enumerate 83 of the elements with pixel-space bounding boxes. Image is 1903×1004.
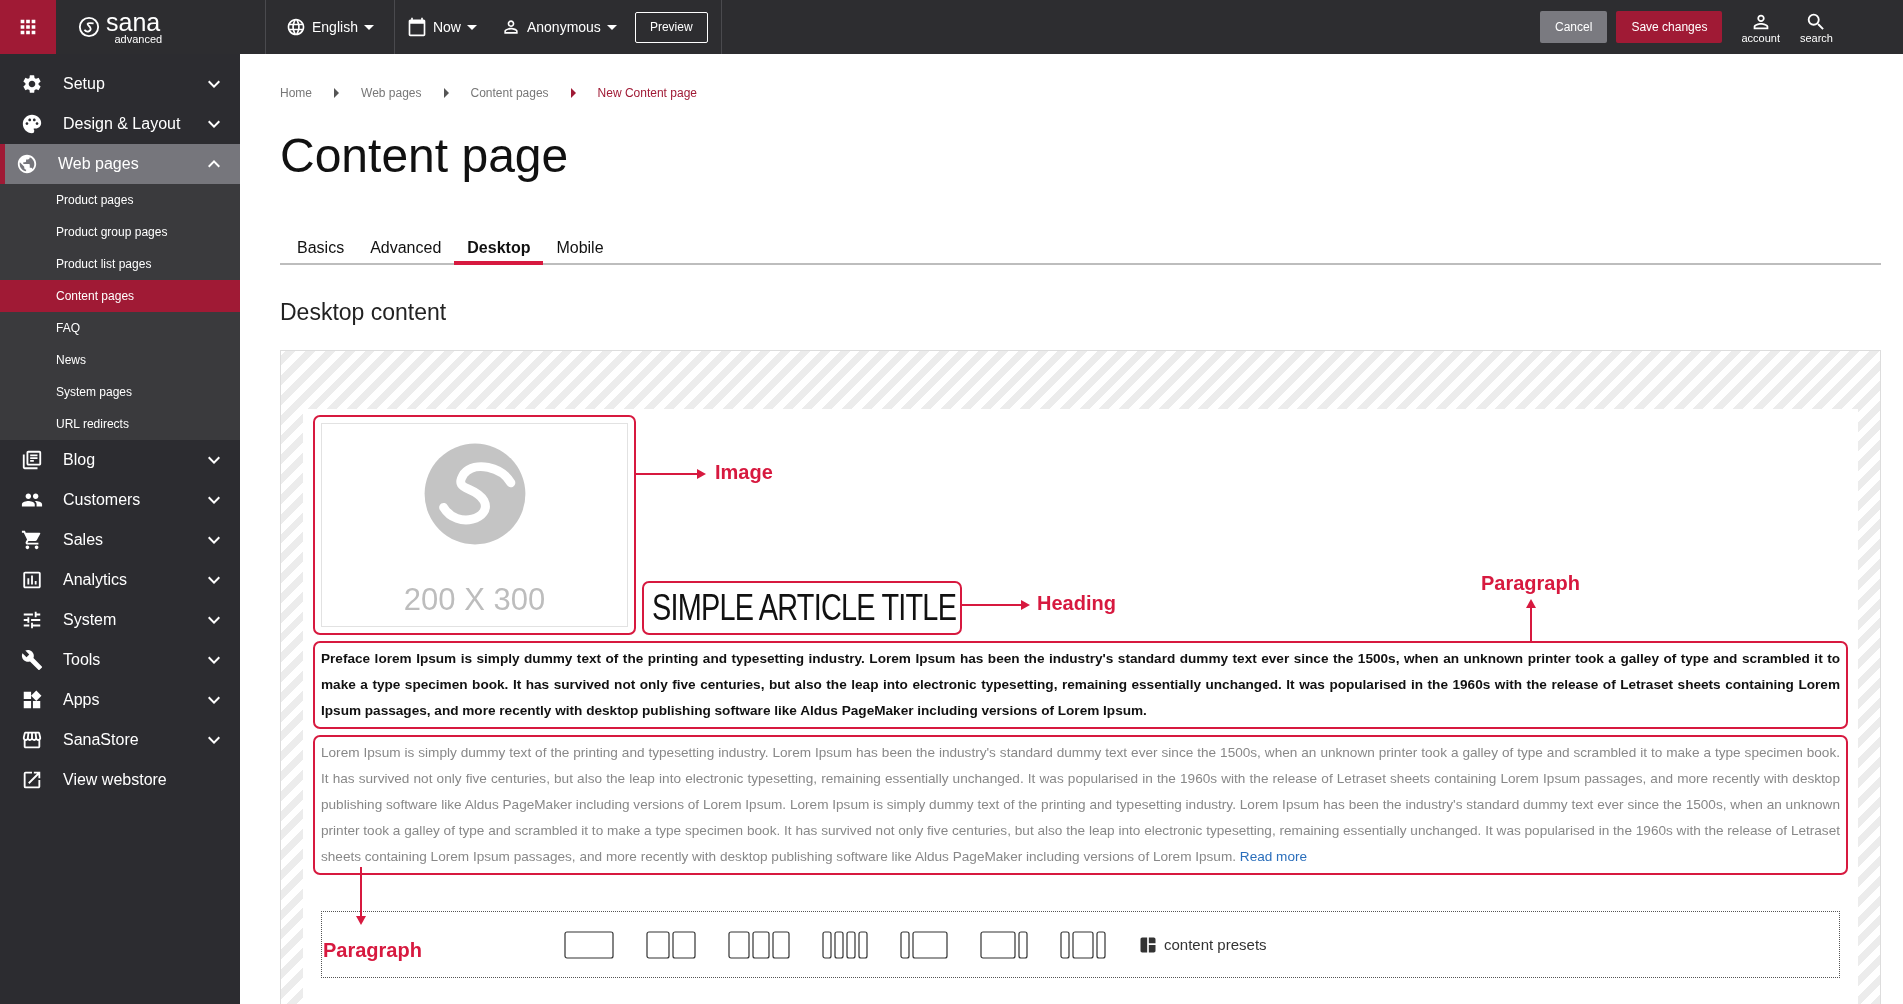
preview-button[interactable]: Preview bbox=[634, 11, 708, 43]
annotation-label: Paragraph bbox=[1481, 572, 1580, 595]
sidebar-item[interactable]: Blog bbox=[0, 440, 240, 480]
column-layout-icon[interactable] bbox=[900, 930, 948, 959]
app-grid-button[interactable] bbox=[0, 0, 56, 54]
sidebar-item[interactable]: Setup bbox=[0, 64, 240, 104]
setup-icon bbox=[21, 73, 43, 95]
logo-subtitle: advanced bbox=[114, 33, 163, 45]
date-selector[interactable]: Now bbox=[394, 0, 489, 54]
apps-icon bbox=[21, 689, 43, 711]
analytics-icon bbox=[21, 569, 43, 591]
column-layout-icon[interactable] bbox=[1060, 930, 1106, 959]
external-icon bbox=[21, 769, 43, 791]
system-icon bbox=[21, 609, 43, 631]
breadcrumb-link[interactable]: Content pages bbox=[470, 86, 549, 100]
page-title: Content page bbox=[280, 128, 570, 183]
sidebar-subitem[interactable]: URL redirects bbox=[0, 408, 240, 440]
language-selector[interactable]: English bbox=[274, 17, 386, 37]
logo-icon bbox=[78, 16, 100, 38]
caret-icon bbox=[466, 24, 477, 30]
sidebar-item[interactable]: Analytics bbox=[0, 560, 240, 600]
caret-icon bbox=[363, 24, 374, 30]
annotation-label: Paragraph bbox=[323, 939, 422, 962]
sidebar-subitem[interactable]: News bbox=[0, 344, 240, 376]
tools-icon bbox=[21, 649, 43, 671]
language-icon bbox=[286, 17, 306, 37]
save-button[interactable]: Save changes bbox=[1616, 11, 1723, 43]
heading-block[interactable]: SIMPLE ARTICLE TITLE bbox=[642, 581, 962, 635]
annotation-arrow bbox=[1525, 599, 1537, 642]
account-button[interactable]: account bbox=[1731, 0, 1790, 54]
breadcrumb-link[interactable]: New Content page bbox=[597, 86, 697, 100]
annotation-arrow bbox=[636, 468, 706, 480]
design-icon bbox=[21, 113, 43, 135]
sidebar-subitem[interactable]: Product pages bbox=[0, 184, 240, 216]
sidebar-item[interactable]: Customers bbox=[0, 480, 240, 520]
annotation-label: Image bbox=[715, 461, 773, 484]
paragraph-block[interactable] bbox=[313, 641, 1848, 729]
sidebar-item[interactable]: View webstore bbox=[0, 760, 240, 800]
sidebar-subitem[interactable]: Product group pages bbox=[0, 216, 240, 248]
store-icon bbox=[21, 729, 43, 751]
annotation-label: Heading bbox=[1037, 592, 1116, 615]
sidebar-item[interactable]: SanaStore bbox=[0, 720, 240, 760]
breadcrumb-link[interactable]: Home bbox=[280, 86, 312, 100]
column-layout-icon[interactable] bbox=[980, 930, 1028, 959]
content-presets-button[interactable]: content presets bbox=[1138, 934, 1267, 955]
column-layout-icon[interactable] bbox=[646, 930, 696, 959]
breadcrumb-separator-icon bbox=[443, 88, 449, 98]
sidebar-item[interactable]: System bbox=[0, 600, 240, 640]
annotation-arrow bbox=[355, 867, 367, 925]
search-button[interactable]: search bbox=[1789, 0, 1843, 54]
annotation-arrow bbox=[960, 599, 1030, 611]
paragraph-text: Lorem Ipsum is simply dummy text of the printing and typesetting industry. Lorem Ipsum has been the industry's standard dummy text ever since the 1500s, when an unknown printer took a galley of type and scrambled it to make a type specimen book. It has survived not only five centuries, but also the leap into electronic typesetting, remaining essentially unchanged. It was popularised in the 1960s with the release of Letraset sheets containing Lorem Ipsum passages, and more recently with desktop publishing software like Aldus PageMaker including versions of Lorem Ipsum. Lorem Ipsum is simply dummy text of the printing and typesetting industry. Lorem Ipsum has been the industry's standard dummy text ever since the 1500s, when an unknown printer took a galley of type and scrambled it to make a type specimen book. It has survived not only five centuries, but also the leap into electronic typesetting, remaining essentially unchanged. It was popularised in the 1960s with the release of Letraset sheets containing Lorem Ipsum passages, and more recently with desktop publishing software like Aldus PageMaker including versions of Lorem Ipsum. Read more bbox=[321, 745, 1840, 864]
breadcrumb-separator-icon bbox=[334, 88, 339, 98]
breadcrumb-link[interactable]: Web pages bbox=[361, 86, 422, 100]
image-size-text: 200 X 300 bbox=[403, 582, 546, 618]
sales-icon bbox=[21, 529, 43, 551]
sidebar-subitem[interactable]: Product list pages bbox=[0, 248, 240, 280]
sidebar-item[interactable]: Apps bbox=[0, 680, 240, 720]
section-title: Desktop content bbox=[280, 299, 448, 326]
sidebar-item[interactable]: Web pages bbox=[0, 144, 240, 184]
column-layout-icon[interactable] bbox=[564, 930, 614, 959]
tab[interactable]: Advanced bbox=[357, 235, 455, 265]
date-icon bbox=[406, 17, 427, 37]
sidebar-subitem[interactable]: Content pages bbox=[0, 280, 240, 312]
tab[interactable]: Desktop bbox=[454, 235, 544, 265]
tab[interactable]: Mobile bbox=[543, 235, 617, 265]
read-more-link[interactable]: Read more bbox=[1239, 849, 1308, 864]
caret-icon bbox=[606, 24, 617, 30]
breadcrumb-separator-icon bbox=[570, 88, 576, 98]
blog-icon bbox=[21, 449, 43, 471]
column-layout-icon[interactable] bbox=[728, 930, 790, 959]
sidebar-subitem[interactable]: System pages bbox=[0, 376, 240, 408]
cancel-button[interactable]: Cancel bbox=[1540, 11, 1608, 43]
column-layout-icon[interactable] bbox=[822, 930, 868, 959]
web-icon bbox=[16, 153, 38, 175]
tab[interactable]: Basics bbox=[284, 235, 358, 265]
paragraph-text: Preface lorem Ipsum is simply dummy text of the printing and typesetting industry. Lorem Ipsum has been the industry's standard dummy text ever since the 1500s, when an unknown printer took a galley of type and scrambled it to make a type specimen book. It has survived not only five centuries, but also the leap into electronic typesetting, remaining essentially unchanged. It was popularised in the 1960s with the release of Letraset sheets containing Lorem Ipsum passages, and more recently with desktop publishing software like Aldus PageMaker including versions of Lorem Ipsum. bbox=[321, 651, 1840, 718]
user-selector[interactable]: Anonymous bbox=[488, 0, 629, 54]
sidebar-item[interactable]: Sales bbox=[0, 520, 240, 560]
logo-text: sana bbox=[106, 9, 161, 35]
sidebar-item[interactable]: Tools bbox=[0, 640, 240, 680]
sidebar-subitem[interactable]: FAQ bbox=[0, 312, 240, 344]
sidebar-item[interactable]: Design & Layout bbox=[0, 104, 240, 144]
